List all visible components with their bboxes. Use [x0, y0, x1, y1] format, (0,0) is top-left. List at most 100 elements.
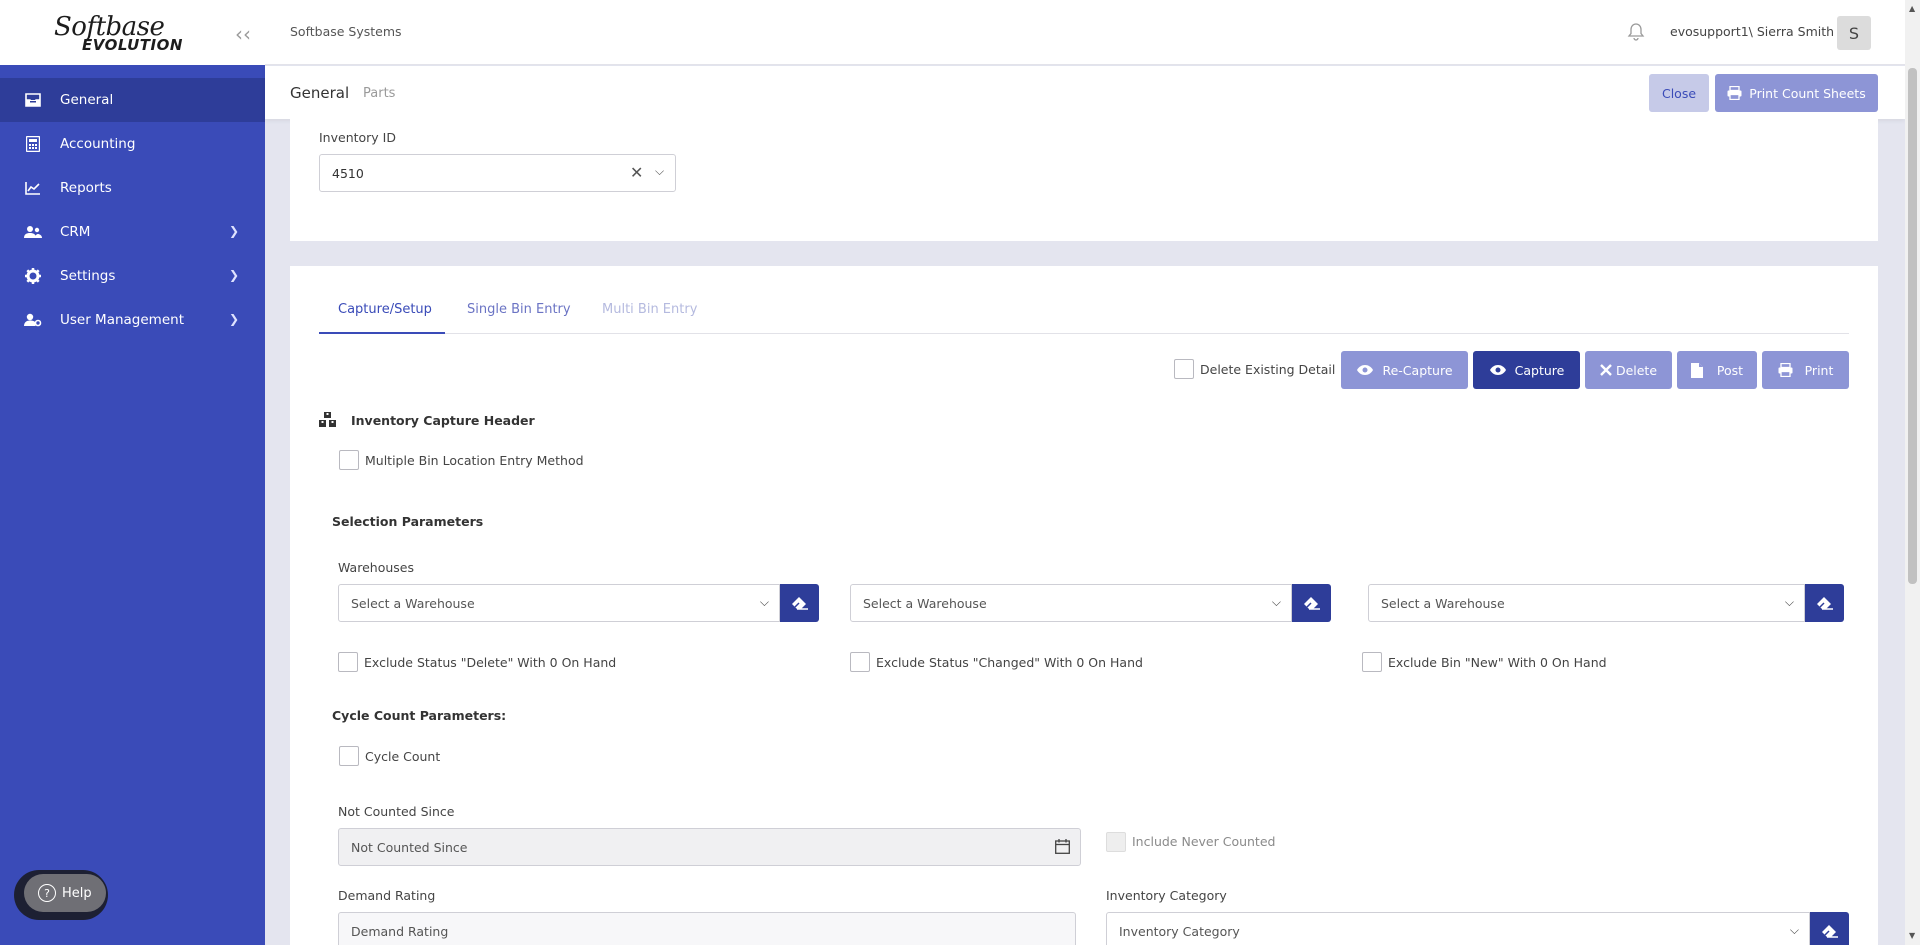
tab-single-bin-entry[interactable]: Single Bin Entry — [467, 296, 571, 334]
exclude-new-label: Exclude Bin "New" With 0 On Hand — [1388, 655, 1607, 670]
user-gear-icon — [24, 311, 42, 329]
chevron-down-icon: ⌵ — [759, 595, 769, 609]
recapture-button[interactable]: Re-Capture — [1341, 351, 1468, 389]
chevron-down-icon: ⌵ — [1271, 595, 1281, 609]
calendar-icon[interactable] — [1055, 839, 1070, 858]
tab-bar: Capture/Setup Single Bin Entry Multi Bin… — [319, 296, 1849, 334]
exclude-changed-label: Exclude Status "Changed" With 0 On Hand — [876, 655, 1143, 670]
eraser-button-category[interactable] — [1810, 912, 1849, 945]
tab-multi-bin-entry: Multi Bin Entry — [602, 296, 697, 334]
user-name[interactable]: evosupport1\ Sierra Smith — [1670, 24, 1834, 39]
eraser-button-1[interactable] — [780, 584, 819, 622]
chevron-down-icon[interactable]: ⌵ — [655, 164, 664, 179]
chart-line-icon — [24, 179, 42, 197]
sidebar-item-crm[interactable]: CRM ❯ — [0, 210, 265, 254]
eraser-button-2[interactable] — [1292, 584, 1331, 622]
eraser-icon — [1821, 925, 1838, 938]
tab-label: Multi Bin Entry — [602, 302, 698, 317]
eraser-button-3[interactable] — [1805, 584, 1844, 622]
sidebar-item-settings[interactable]: Settings ❯ — [0, 254, 265, 298]
warehouse-placeholder: Select a Warehouse — [1381, 596, 1505, 611]
avatar[interactable]: S — [1837, 16, 1871, 50]
capture-card: Capture/Setup Single Bin Entry Multi Bin… — [290, 266, 1878, 945]
sidebar-item-reports[interactable]: Reports — [0, 166, 265, 210]
clear-icon[interactable]: ✕ — [630, 163, 643, 182]
post-button[interactable]: Post — [1677, 351, 1757, 389]
sidebar-item-accounting[interactable]: Accounting — [0, 122, 265, 166]
chevron-right-icon: ❯ — [228, 312, 239, 326]
inbox-icon — [24, 91, 42, 109]
close-button[interactable]: Close — [1649, 74, 1709, 112]
sidebar-item-label: Settings — [60, 268, 116, 284]
include-never-counted-label: Include Never Counted — [1132, 834, 1276, 849]
collapse-sidebar-icon[interactable]: ‹‹ — [235, 22, 251, 46]
inventory-id-card: Inventory ID 4510 ✕ ⌵ — [290, 119, 1878, 241]
selection-parameters-title: Selection Parameters — [332, 514, 484, 529]
delete-button[interactable]: Delete — [1585, 351, 1672, 389]
inventory-category-label: Inventory Category — [1106, 888, 1227, 903]
tab-label: Capture/Setup — [338, 302, 432, 317]
delete-label: Delete — [1615, 362, 1658, 378]
inventory-id-label: Inventory ID — [319, 130, 396, 145]
help-label: Help — [62, 885, 92, 901]
users-icon — [24, 223, 42, 241]
not-counted-since-input[interactable]: Not Counted Since — [338, 828, 1081, 866]
sidebar-item-general[interactable]: General — [0, 78, 265, 122]
warehouse-select-2[interactable]: Select a Warehouse ⌵ — [850, 584, 1292, 622]
logo-text-sub: EVOLUTION — [82, 36, 183, 54]
multiple-bin-checkbox[interactable] — [339, 450, 359, 470]
inventory-id-select[interactable]: 4510 ✕ ⌵ — [319, 154, 676, 192]
bell-icon[interactable] — [1626, 22, 1646, 42]
help-icon: ? — [38, 884, 56, 902]
cycle-count-checkbox[interactable] — [339, 746, 359, 766]
capture-header-title: Inventory Capture Header — [351, 413, 535, 428]
softbase-logo: Softbase EVOLUTION — [54, 14, 183, 53]
eraser-icon — [1816, 597, 1833, 610]
help-button[interactable]: ? Help — [24, 874, 106, 912]
capture-button[interactable]: Capture — [1473, 351, 1580, 389]
chevron-right-icon: ❯ — [228, 268, 239, 282]
print-label: Print — [1804, 362, 1834, 378]
warehouse-select-1[interactable]: Select a Warehouse ⌵ — [338, 584, 780, 622]
multiple-bin-label: Multiple Bin Location Entry Method — [365, 453, 584, 468]
exclude-new-checkbox[interactable] — [1362, 652, 1382, 672]
inventory-category-select[interactable]: Inventory Category ⌵ — [1106, 912, 1810, 945]
print-count-sheets-button[interactable]: Print Count Sheets — [1715, 74, 1878, 112]
printer-icon — [1727, 86, 1742, 100]
calculator-icon — [24, 135, 42, 153]
exclude-changed-checkbox[interactable] — [850, 652, 870, 672]
breadcrumb-general[interactable]: General — [290, 84, 349, 102]
scroll-up-arrow-icon[interactable]: ▲ — [1909, 4, 1915, 13]
sidebar-item-label: CRM — [60, 224, 91, 240]
recapture-label: Re-Capture — [1382, 362, 1453, 378]
warehouses-label: Warehouses — [338, 560, 414, 575]
tab-label: Single Bin Entry — [467, 302, 571, 317]
cycle-count-label: Cycle Count — [365, 749, 441, 764]
close-icon — [1600, 364, 1612, 376]
printer-icon — [1778, 363, 1793, 377]
sidebar-item-label: General — [60, 92, 114, 108]
scroll-thumb[interactable] — [1908, 68, 1917, 584]
cycle-count-title: Cycle Count Parameters: — [332, 708, 507, 723]
exclude-delete-checkbox[interactable] — [338, 652, 358, 672]
warehouse-select-3[interactable]: Select a Warehouse ⌵ — [1368, 584, 1805, 622]
top-header: Softbase Systems evosupport1\ Sierra Smi… — [265, 0, 1905, 65]
tab-capture-setup[interactable]: Capture/Setup — [319, 296, 445, 334]
scroll-down-arrow-icon[interactable]: ▼ — [1909, 931, 1915, 940]
company-name: Softbase Systems — [290, 24, 402, 39]
delete-existing-detail-checkbox[interactable] — [1174, 359, 1194, 379]
include-never-counted-checkbox — [1106, 832, 1126, 852]
capture-label: Capture — [1514, 362, 1565, 378]
breadcrumb-parts[interactable]: Parts — [363, 86, 395, 101]
breadcrumb-bar: General Parts Close Print Count Sheets — [265, 66, 1905, 119]
sidebar-item-user-management[interactable]: User Management ❯ — [0, 298, 265, 342]
sidebar-item-label: Accounting — [60, 136, 136, 152]
chevron-down-icon: ⌵ — [1789, 923, 1799, 937]
demand-rating-input[interactable]: Demand Rating — [338, 912, 1076, 945]
print-button[interactable]: Print — [1762, 351, 1849, 389]
not-counted-since-label: Not Counted Since — [338, 804, 455, 819]
gear-icon — [24, 267, 42, 285]
eye-icon — [1489, 364, 1507, 376]
page-scrollbar[interactable]: ▲ ▼ — [1905, 0, 1920, 945]
eraser-icon — [1303, 597, 1320, 610]
